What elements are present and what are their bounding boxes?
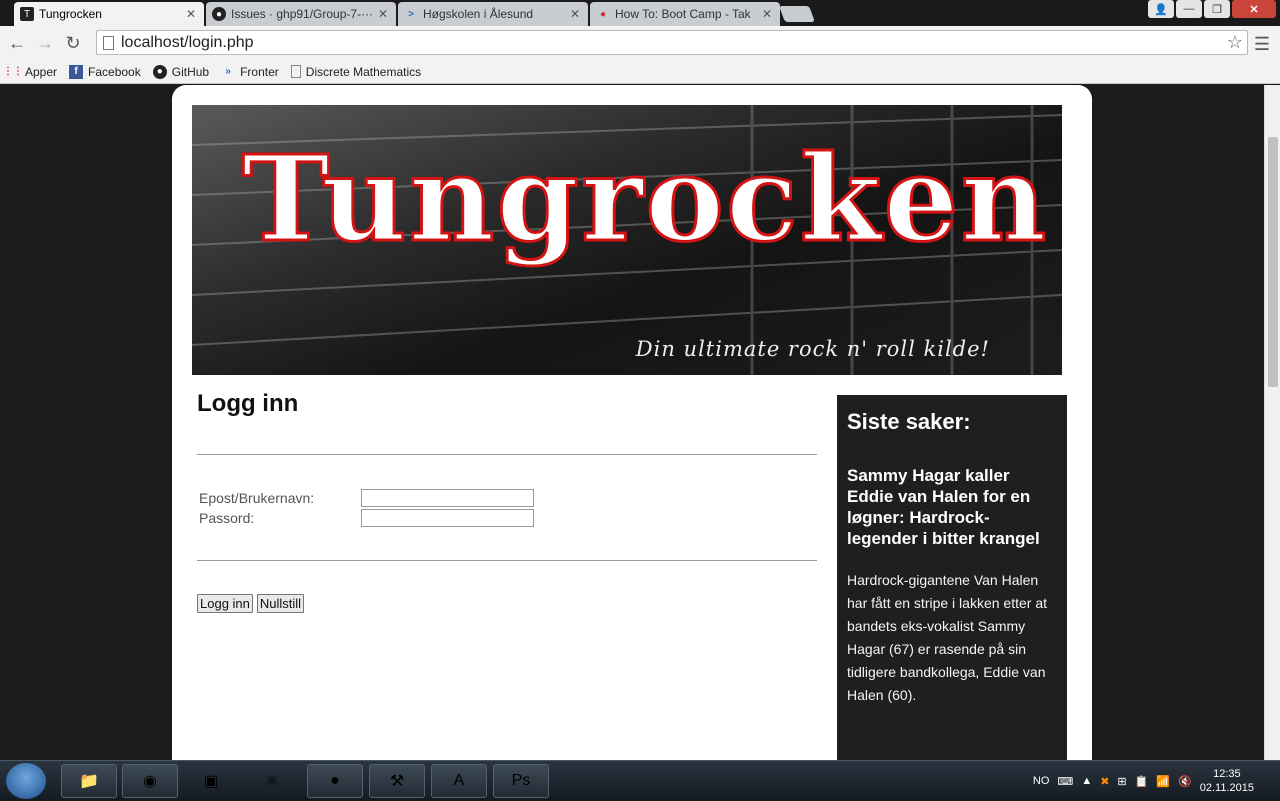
close-window-button[interactable]: ✕	[1232, 0, 1276, 18]
tray-arrow-icon[interactable]: ▲	[1081, 775, 1092, 787]
windows-start-button[interactable]	[6, 763, 46, 799]
login-button[interactable]: Logg inn	[197, 594, 253, 613]
bookmark-discrete-math[interactable]: Discrete Mathematics	[290, 64, 422, 79]
github-icon: ●	[152, 64, 167, 79]
page-container: Tungrocken Din ultimate rock n' roll kil…	[172, 85, 1092, 760]
password-row: Passord:	[199, 508, 817, 528]
chrome-icon[interactable]: ◉	[122, 764, 178, 798]
minimize-button[interactable]: —	[1176, 0, 1202, 18]
reload-icon[interactable]: ↻	[62, 32, 84, 54]
divider	[197, 454, 817, 455]
bookmark-label: Fronter	[240, 64, 279, 79]
close-tab-icon[interactable]: ✕	[570, 7, 580, 21]
username-row: Epost/Brukernavn:	[199, 488, 817, 508]
bookmark-label: Apper	[25, 64, 58, 79]
bookmark-apper[interactable]: ⋮⋮ Apper	[3, 64, 58, 79]
page-icon	[290, 65, 301, 78]
github-icon: ●	[212, 7, 226, 21]
address-text: localhost/login.php	[121, 33, 254, 51]
page-scrollbar[interactable]	[1264, 85, 1280, 760]
site-banner: Tungrocken Din ultimate rock n' roll kil…	[192, 105, 1062, 375]
windows-taskbar: 📁 ◉ ▣ ⚛ ● ⚒ A Ps NO ⌨ ▲ ✖ ⊞ 📋 📶 🔇 12:35 …	[0, 760, 1280, 800]
window-controls: 👤 — ❐ ✕	[1148, 0, 1276, 18]
login-form: Epost/Brukernavn: Passord:	[199, 488, 817, 528]
keyboard-icon[interactable]: ⌨	[1057, 775, 1073, 788]
tab-bootcamp[interactable]: ● How To: Boot Camp - Tak ✕	[590, 2, 780, 26]
fronter-icon: »	[225, 66, 231, 77]
page-title: Logg inn	[197, 390, 299, 417]
page-icon	[103, 36, 114, 50]
password-input[interactable]	[361, 509, 534, 527]
tungrocken-favicon-icon: T	[20, 7, 34, 21]
site-tagline: Din ultimate rock n' roll kilde!	[635, 337, 990, 361]
file-explorer-icon[interactable]: 📁	[61, 764, 117, 798]
github-desktop-icon[interactable]: ●	[307, 764, 363, 798]
network-signal-icon[interactable]: 📶	[1156, 775, 1170, 788]
bookmark-label: Facebook	[88, 64, 141, 79]
tab-tungrocken[interactable]: T Tungrocken ✕	[14, 2, 204, 26]
bookmark-label: GitHub	[171, 64, 210, 79]
language-indicator[interactable]: NO	[1033, 775, 1050, 787]
page-viewport: Tungrocken Din ultimate rock n' roll kil…	[0, 85, 1264, 760]
close-tab-icon[interactable]: ✕	[186, 7, 196, 21]
volume-muted-icon[interactable]: 🔇	[1178, 775, 1192, 788]
divider	[197, 560, 817, 561]
username-input[interactable]	[361, 489, 534, 507]
tab-title: Tungrocken	[39, 7, 102, 21]
build-tools-icon[interactable]: ⚒	[369, 764, 425, 798]
password-label: Passord:	[199, 510, 255, 526]
tab-title: How To: Boot Camp - Tak	[615, 7, 751, 21]
windows-icon[interactable]: ⊞	[1117, 775, 1126, 788]
system-clock[interactable]: 12:35 02.11.2015	[1200, 767, 1254, 795]
article-title[interactable]: Sammy Hagar kaller Eddie van Halen for e…	[847, 465, 1057, 549]
article-excerpt: Hardrock-gigantene Van Halen har fått en…	[847, 572, 1047, 703]
bookmark-label: Discrete Mathematics	[305, 64, 422, 79]
apps-grid-icon: ⋮⋮	[3, 66, 23, 77]
virtualbox-icon[interactable]: ▣	[183, 764, 239, 798]
photoshop-icon[interactable]: Ps	[493, 764, 549, 798]
tab-title: Issues · ghp91/Group-7-···	[231, 7, 372, 21]
login-section: Logg inn Epost/Brukernavn: Passord: Logg…	[197, 390, 817, 613]
xampp-icon[interactable]: ✖	[1100, 775, 1109, 788]
new-tab-button[interactable]	[779, 6, 815, 22]
forward-arrow-icon[interactable]: →	[34, 32, 56, 54]
sidebar-heading: Siste saker:	[847, 409, 971, 434]
reset-button[interactable]: Nullstill	[256, 594, 305, 613]
clipboard-icon[interactable]: 📋	[1135, 775, 1149, 788]
site-logo[interactable]: Tungrocken	[240, 138, 1048, 259]
address-bar[interactable]: localhost/login.php ☆	[96, 30, 1248, 55]
maximize-button[interactable]: ❐	[1204, 0, 1230, 18]
system-tray: NO ⌨ ▲ ✖ ⊞ 📋 📶 🔇 12:35 02.11.2015	[1033, 761, 1280, 801]
clock-time: 12:35	[1213, 768, 1241, 780]
bookmark-github[interactable]: ● GitHub	[152, 64, 210, 79]
close-tab-icon[interactable]: ✕	[378, 7, 388, 21]
scrollbar-thumb[interactable]	[1268, 137, 1278, 387]
back-arrow-icon[interactable]: ←	[6, 32, 28, 54]
close-tab-icon[interactable]: ✕	[762, 7, 772, 21]
acrobat-icon[interactable]: A	[431, 764, 487, 798]
bookmark-fronter[interactable]: » Fronter	[221, 64, 279, 79]
apple-icon: ●	[599, 8, 607, 20]
bookmark-star-icon[interactable]: ☆	[1227, 32, 1243, 53]
clock-date: 02.11.2015	[1199, 782, 1254, 794]
bookmarks-bar: ⋮⋮ Apper f Facebook ● GitHub » Fronter D…	[0, 60, 1280, 84]
tab-strip: T Tungrocken ✕ ● Issues · ghp91/Group-7-…	[0, 0, 1280, 26]
latest-news-sidebar: Siste saker: Sammy Hagar kaller Eddie va…	[837, 395, 1067, 760]
facebook-icon: f	[69, 64, 84, 79]
tab-title: Høgskolen i Ålesund	[423, 7, 534, 21]
form-buttons: Logg inn Nullstill	[197, 594, 817, 613]
fronter-icon: >	[408, 8, 414, 20]
chrome-menu-icon[interactable]: ☰	[1254, 34, 1270, 55]
tab-issues[interactable]: ● Issues · ghp91/Group-7-··· ✕	[206, 2, 396, 26]
username-label: Epost/Brukernavn:	[199, 490, 315, 506]
bookmark-facebook[interactable]: f Facebook	[69, 64, 141, 79]
tab-hials[interactable]: > Høgskolen i Ålesund ✕	[398, 2, 588, 26]
atom-icon[interactable]: ⚛	[244, 764, 300, 798]
profile-icon[interactable]: 👤	[1148, 0, 1174, 18]
